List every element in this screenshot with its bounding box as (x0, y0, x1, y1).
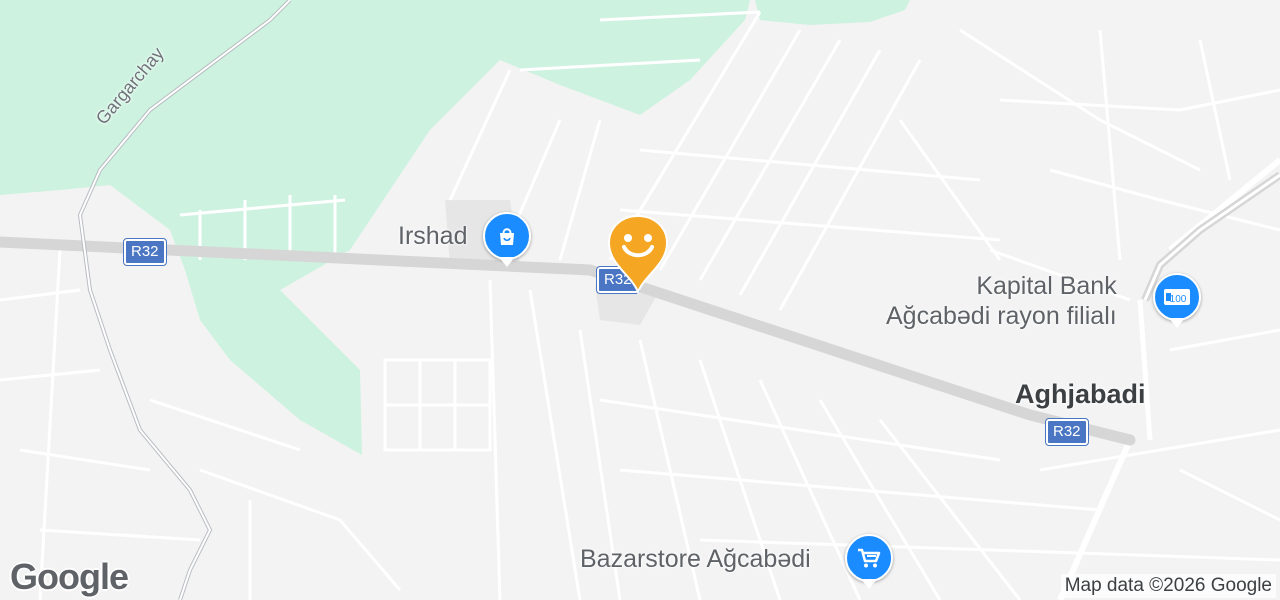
poi-label-kapital-bank[interactable]: Kapital Bank Ağcabədi rayon filialı (886, 271, 1117, 331)
atm-icon: 100 (1164, 289, 1190, 305)
map-attribution[interactable]: Map data ©2026 Google (1060, 574, 1276, 598)
svg-text:100: 100 (1170, 294, 1187, 305)
road-shield-r32: R32 (1045, 418, 1089, 446)
poi-label-kapital-bank-line1: Kapital Bank (976, 272, 1117, 300)
map-view[interactable]: Gargarchay R32 R32 R32 Irshad Kapital Ba… (0, 0, 1280, 600)
poi-label-bazarstore[interactable]: Bazarstore Ağcabədi (580, 545, 811, 574)
poi-pin-irshad[interactable] (483, 212, 531, 267)
road-shield-r32: R32 (123, 238, 167, 266)
google-logo[interactable]: Google (10, 556, 129, 598)
location-marker[interactable] (607, 214, 669, 295)
poi-pin-bazarstore[interactable] (845, 534, 893, 589)
town-label-aghjabadi[interactable]: Aghjabadi (1015, 379, 1146, 410)
poi-label-irshad[interactable]: Irshad (398, 222, 467, 251)
shopping-cart-icon (858, 548, 881, 568)
poi-pin-kapital-bank[interactable]: 100 (1153, 273, 1201, 328)
smiley-icon (607, 214, 669, 295)
park-area-northeast (755, 0, 910, 25)
shopping-bag-icon (500, 228, 514, 245)
poi-label-kapital-bank-line2: Ağcabədi rayon filialı (886, 302, 1117, 330)
